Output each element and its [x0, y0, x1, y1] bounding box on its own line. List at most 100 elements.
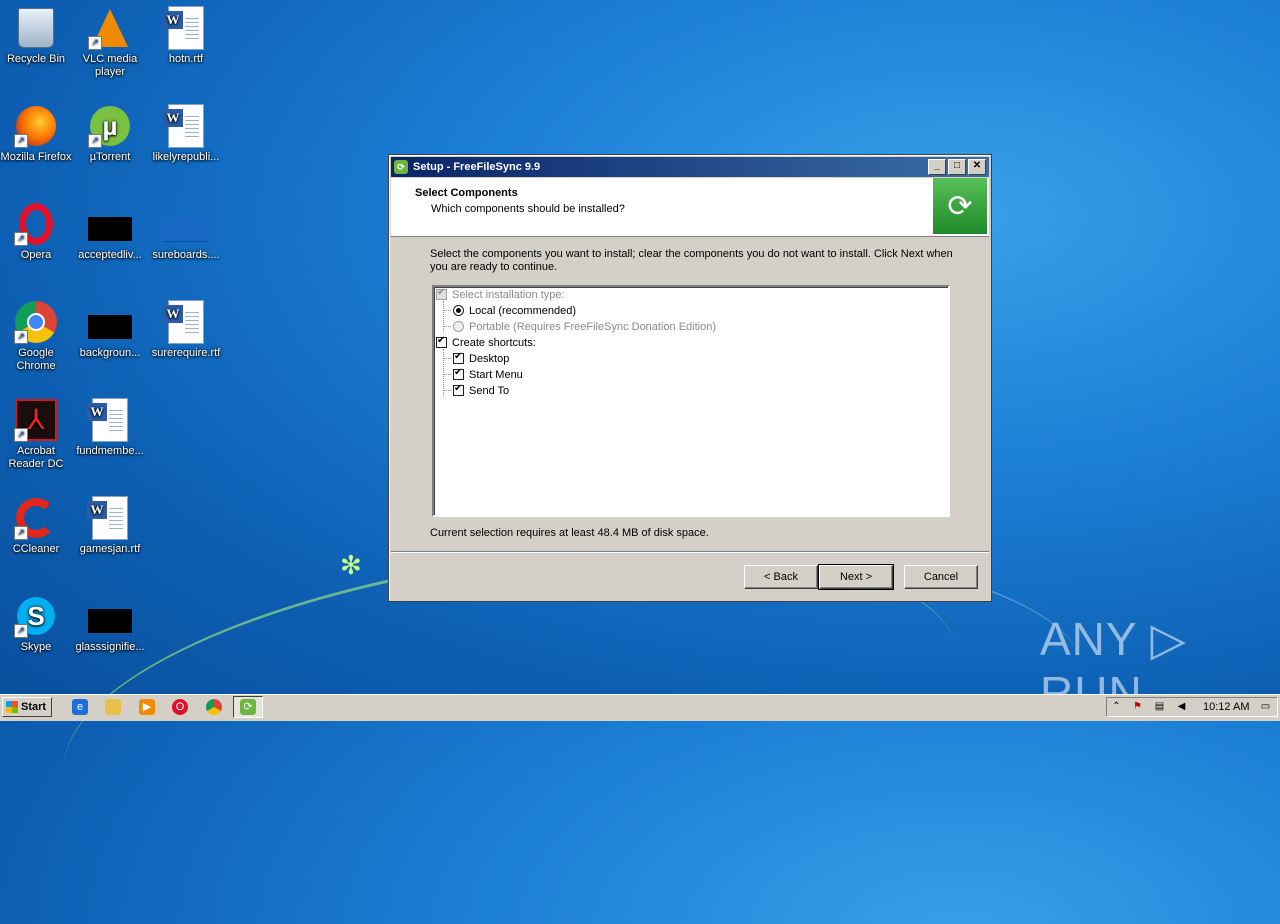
shortcuts-checkbox[interactable]: [436, 335, 447, 348]
portable-label: Portable (Requires FreeFileSync Donation…: [469, 320, 717, 333]
desktop-icon-vlc[interactable]: ↗ VLC media player: [72, 6, 148, 79]
acrobat-icon: ⅄ ↗: [14, 398, 58, 442]
next-button[interactable]: Next >: [818, 564, 894, 590]
desktop-icon-acrobat[interactable]: ⅄ ↗ Acrobat Reader DC: [0, 398, 74, 471]
desktop-icon-label: Mozilla Firefox: [0, 151, 72, 163]
desktop-icon-label: VLC media player: [82, 53, 138, 78]
maximize-button[interactable]: □: [948, 159, 966, 175]
desktop-icon-label: likelyrepubli...: [152, 151, 220, 163]
word-document-icon: W: [163, 300, 208, 344]
back-button[interactable]: < Back: [744, 565, 818, 589]
black-thumbnail-icon: [88, 604, 132, 638]
windows-flag-icon: [6, 701, 18, 713]
desktop-icon-recycle-bin[interactable]: Recycle Bin: [0, 6, 74, 66]
chrome-icon: ↗: [14, 300, 58, 344]
desktop-icon-likelyrepubli[interactable]: W likelyrepubli...: [148, 104, 224, 164]
network-icon[interactable]: ▤: [1153, 701, 1166, 713]
setup-taskbar-button[interactable]: ⟳: [233, 696, 263, 718]
start-button[interactable]: Start: [2, 697, 52, 717]
desktop-icon-backgroun[interactable]: backgroun...: [72, 310, 148, 360]
desktop-icon-label: Recycle Bin: [6, 53, 66, 65]
blue-thumbnail-icon: [164, 212, 208, 246]
close-button[interactable]: ✕: [968, 159, 986, 175]
action-center-icon[interactable]: ⚑: [1131, 701, 1144, 713]
firefox-icon: ↗: [14, 104, 58, 148]
start-menu-label: Start Menu: [469, 368, 523, 381]
cancel-button[interactable]: Cancel: [904, 565, 978, 589]
desktop-icon-label: acceptedliv...: [78, 249, 142, 261]
desktop-label: Desktop: [469, 352, 510, 365]
send-to-label: Send To: [469, 384, 510, 397]
desktop-icon-label: Skype: [20, 641, 52, 653]
desktop-icon-gamesjan[interactable]: W gamesjan.rtf: [72, 496, 148, 556]
component-local[interactable]: Local (recommended): [453, 303, 576, 318]
component-install-type[interactable]: Select installation type:: [436, 287, 565, 302]
local-radio[interactable]: [453, 305, 464, 316]
local-label: Local (recommended): [469, 304, 576, 317]
volume-icon[interactable]: ◀: [1175, 701, 1188, 713]
portable-radio[interactable]: [453, 321, 464, 332]
tree-connector: [443, 301, 444, 333]
clock[interactable]: 10:12 AM: [1203, 701, 1249, 713]
component-start-menu[interactable]: Start Menu: [453, 367, 523, 382]
desktop-icon-label: backgroun...: [79, 347, 141, 359]
desktop-icon-label: Acrobat Reader DC: [8, 445, 64, 470]
desktop-icon-utorrent[interactable]: µ ↗ µTorrent: [72, 104, 148, 164]
desktop-icon-skype[interactable]: S ↗ Skype: [0, 594, 74, 654]
setup-app-icon: ⟳: [394, 160, 408, 174]
desktop-icon-label: hotn.rtf: [168, 53, 204, 65]
desktop-icon-firefox[interactable]: ↗ Mozilla Firefox: [0, 104, 74, 164]
install-type-label: Select installation type:: [452, 288, 565, 301]
setup-taskbar-icon: ⟳: [240, 699, 256, 715]
desktop-icon-label: sureboards....: [152, 249, 220, 261]
word-document-icon: W: [87, 496, 132, 540]
desktop-icon-hotn[interactable]: W hotn.rtf: [148, 6, 224, 66]
desktop-icon-acceptedliv[interactable]: acceptedliv...: [72, 212, 148, 262]
desktop-icon-label: gamesjan.rtf: [79, 543, 141, 555]
show-desktop-icon[interactable]: ▭: [1259, 701, 1272, 713]
chrome-taskbar-icon[interactable]: [206, 699, 222, 715]
components-tree[interactable]: Select installation type: Local (recomme…: [432, 285, 950, 517]
minimize-button[interactable]: _: [928, 159, 946, 175]
wallpaper-flower: ✻: [340, 550, 362, 580]
desktop-icon-glasssignifie[interactable]: glasssignifie...: [72, 604, 148, 654]
recycle-bin-icon: [14, 6, 58, 50]
header-subtitle: Which components should be installed?: [431, 203, 625, 215]
divider: [391, 551, 989, 553]
tree-connector: [443, 390, 451, 391]
dialog-title: Setup - FreeFileSync 9.9: [413, 161, 541, 173]
desktop-icon-sureboards[interactable]: sureboards....: [148, 212, 224, 262]
start-label: Start: [21, 701, 47, 713]
install-type-checkbox[interactable]: [436, 287, 447, 300]
send-to-checkbox[interactable]: [453, 383, 464, 396]
component-shortcuts[interactable]: Create shortcuts:: [436, 335, 536, 350]
desktop-icon-ccleaner[interactable]: ↗ CCleaner: [0, 496, 74, 556]
desktop-icon-surerequire[interactable]: W surerequire.rtf: [148, 300, 224, 360]
desktop-icon-chrome[interactable]: ↗ Google Chrome: [0, 300, 74, 373]
desktop-icon-label: Opera: [20, 249, 52, 261]
tree-connector: [443, 326, 451, 327]
component-send-to[interactable]: Send To: [453, 383, 509, 398]
show-hidden-icons-icon[interactable]: ⌃: [1110, 701, 1123, 713]
component-portable[interactable]: Portable (Requires FreeFileSync Donation…: [453, 319, 716, 334]
desktop-icon-opera[interactable]: ↗ Opera: [0, 202, 74, 262]
desktop-checkbox[interactable]: [453, 351, 464, 364]
desktop-icon-fundmembe[interactable]: W fundmembe...: [72, 398, 148, 458]
opera-taskbar-icon[interactable]: O: [172, 699, 188, 715]
media-player-icon[interactable]: ▶: [139, 699, 155, 715]
desktop-icon-label: surerequire.rtf: [151, 347, 221, 359]
black-thumbnail-icon: [88, 212, 132, 246]
black-thumbnail-icon: [88, 310, 132, 344]
desktop-icon-label: Google Chrome: [16, 347, 56, 372]
intro-text: Select the components you want to instal…: [430, 248, 953, 273]
skype-icon: S ↗: [14, 594, 58, 638]
vlc-icon: ↗: [88, 6, 132, 50]
dialog-titlebar[interactable]: ⟳ Setup - FreeFileSync 9.9 _ □ ✕: [391, 157, 989, 177]
disk-space-text: Current selection requires at least 48.4…: [430, 527, 709, 539]
tree-connector: [443, 358, 451, 359]
utorrent-icon: µ ↗: [88, 104, 132, 148]
start-menu-checkbox[interactable]: [453, 367, 464, 380]
internet-explorer-icon[interactable]: e: [72, 699, 88, 715]
explorer-folder-icon[interactable]: [105, 699, 121, 715]
component-desktop[interactable]: Desktop: [453, 351, 509, 366]
